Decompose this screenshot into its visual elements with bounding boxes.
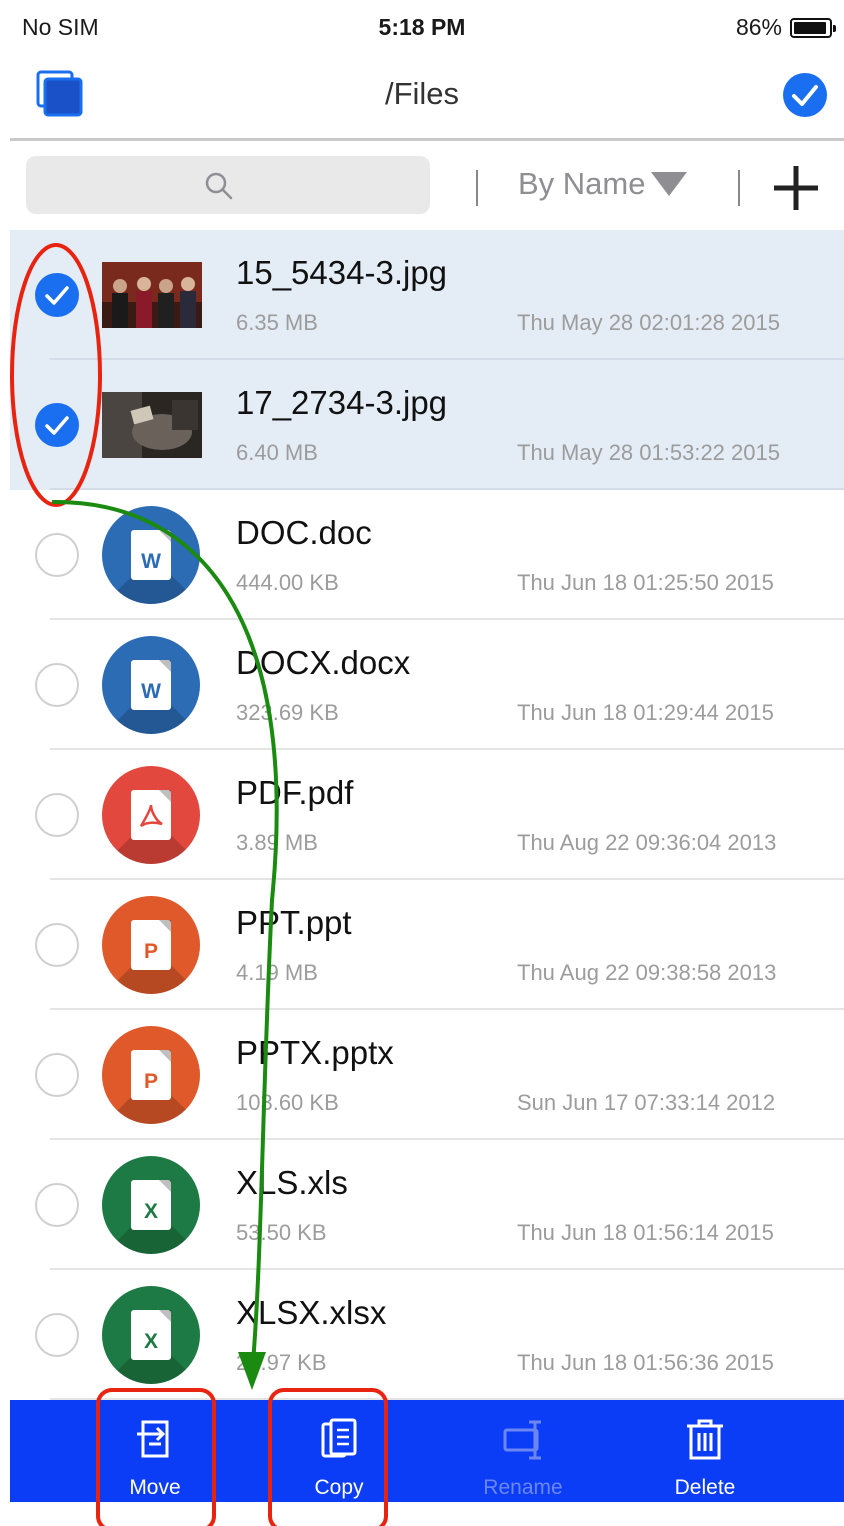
excel-file-icon: X xyxy=(102,1286,200,1384)
file-size: 323.69 KB xyxy=(236,700,339,725)
list-toolbar: By Name xyxy=(0,150,844,220)
powerpoint-file-icon: P xyxy=(102,1026,200,1124)
separator xyxy=(476,170,478,206)
status-bar: No SIM 5:18 PM 86% xyxy=(0,0,844,54)
file-size: 20.97 KB xyxy=(236,1350,327,1375)
sort-label: By Name xyxy=(518,166,646,201)
file-name: PPT.ppt xyxy=(236,904,352,941)
battery-icon xyxy=(790,18,836,38)
file-name: PDF.pdf xyxy=(236,774,354,811)
checkbox-unchecked-icon[interactable] xyxy=(35,793,79,837)
search-input[interactable] xyxy=(26,156,430,214)
file-row[interactable]: X XLS.xls 53.50 KB Thu Jun 18 01:56:14 2015 xyxy=(10,1140,844,1270)
file-list: 15_5434-3.jpg 6.35 MB Thu May 28 02:01:28 … xyxy=(10,230,844,1400)
rename-button[interactable]: Rename xyxy=(448,1400,598,1502)
search-field[interactable] xyxy=(26,156,430,214)
file-name: XLS.xls xyxy=(236,1164,348,1201)
file-name: 15_5434-3.jpg xyxy=(236,254,448,291)
file-name: XLSX.xlsx xyxy=(236,1294,387,1331)
action-bar: Move Copy Rename Delete xyxy=(10,1400,844,1502)
powerpoint-file-icon: P xyxy=(102,896,200,994)
checkmark-circle-icon[interactable] xyxy=(782,72,828,118)
pdf-file-icon xyxy=(102,766,200,864)
nav-divider xyxy=(10,138,844,141)
copy-icon xyxy=(321,1418,357,1458)
file-date: Thu Jun 18 01:56:14 2015 xyxy=(517,1220,774,1245)
delete-button[interactable]: Delete xyxy=(630,1400,780,1502)
move-button[interactable]: Move xyxy=(80,1400,230,1502)
file-date: Thu Aug 22 09:36:04 2013 xyxy=(517,830,777,855)
plus-icon[interactable] xyxy=(770,162,822,214)
image-thumbnail xyxy=(102,392,202,458)
file-size: 103.60 KB xyxy=(236,1090,339,1115)
file-row[interactable]: P PPTX.pptx 103.60 KB Sun Jun 17 07:33:14 2… xyxy=(10,1010,844,1140)
file-row[interactable]: W DOCX.docx 323.69 KB Thu Jun 18 01:29:44 2… xyxy=(10,620,844,750)
file-row[interactable]: 17_2734-3.jpg 6.40 MB Thu May 28 01:53:22 … xyxy=(10,360,844,490)
file-size: 3.89 MB xyxy=(236,830,318,855)
file-row[interactable]: W DOC.doc 444.00 KB Thu Jun 18 01:25:50 201… xyxy=(10,490,844,620)
file-name: 17_2734-3.jpg xyxy=(236,384,448,421)
file-size: 444.00 KB xyxy=(236,570,339,595)
word-file-icon: W xyxy=(102,506,200,604)
checkbox-unchecked-icon[interactable] xyxy=(35,923,79,967)
trash-icon xyxy=(687,1419,723,1460)
checkbox-unchecked-icon[interactable] xyxy=(35,1053,79,1097)
file-date: Thu May 28 02:01:28 2015 xyxy=(517,310,780,335)
file-row[interactable]: X XLSX.xlsx 20.97 KB Thu Jun 18 01:56:36 20… xyxy=(10,1270,844,1400)
file-date: Sun Jun 17 07:33:14 2012 xyxy=(517,1090,776,1115)
file-date: Thu Aug 22 09:38:58 2013 xyxy=(517,960,777,985)
nav-bar: /Files xyxy=(0,56,844,136)
image-thumbnail xyxy=(102,262,202,328)
delete-label: Delete xyxy=(674,1476,736,1499)
file-size: 6.40 MB xyxy=(236,440,318,465)
checkbox-checked-icon[interactable] xyxy=(35,273,79,317)
rename-label: Rename xyxy=(483,1476,563,1499)
file-row[interactable]: P PPT.ppt 4.19 MB Thu Aug 22 09:38:58 2013 xyxy=(10,880,844,1010)
move-icon xyxy=(137,1420,169,1458)
checkbox-unchecked-icon[interactable] xyxy=(35,1183,79,1227)
file-name: DOCX.docx xyxy=(236,644,411,681)
file-name: PPTX.pptx xyxy=(236,1034,394,1071)
move-label: Move xyxy=(129,1476,181,1499)
word-file-icon: W xyxy=(102,636,200,734)
separator xyxy=(738,170,740,206)
file-size: 4.19 MB xyxy=(236,960,318,985)
file-row[interactable]: PDF.pdf 3.89 MB Thu Aug 22 09:36:04 2013 xyxy=(10,750,844,880)
triangle-down-icon xyxy=(651,172,688,196)
excel-file-icon: X xyxy=(102,1156,200,1254)
battery-percent: 86% xyxy=(735,14,782,40)
checkbox-unchecked-icon[interactable] xyxy=(35,663,79,707)
copy-label: Copy xyxy=(314,1476,364,1499)
clock: 5:18 PM xyxy=(378,14,466,40)
file-size: 6.35 MB xyxy=(236,310,318,335)
file-date: Thu Jun 18 01:56:36 2015 xyxy=(517,1350,774,1375)
file-date: Thu Jun 18 01:25:50 2015 xyxy=(517,570,774,595)
file-size: 53.50 KB xyxy=(236,1220,327,1245)
checkbox-unchecked-icon[interactable] xyxy=(35,533,79,577)
sort-button[interactable]: By Name xyxy=(518,166,688,202)
file-name: DOC.doc xyxy=(236,514,372,551)
checkbox-unchecked-icon[interactable] xyxy=(35,1313,79,1357)
copy-button[interactable]: Copy xyxy=(264,1400,414,1502)
checkbox-checked-icon[interactable] xyxy=(35,403,79,447)
file-date: Thu Jun 18 01:29:44 2015 xyxy=(517,700,774,725)
rename-icon xyxy=(503,1420,541,1460)
file-date: Thu May 28 01:53:22 2015 xyxy=(517,440,780,465)
page-title: /Files xyxy=(384,76,460,111)
file-row[interactable]: 15_5434-3.jpg 6.35 MB Thu May 28 02:01:28 … xyxy=(10,230,844,360)
